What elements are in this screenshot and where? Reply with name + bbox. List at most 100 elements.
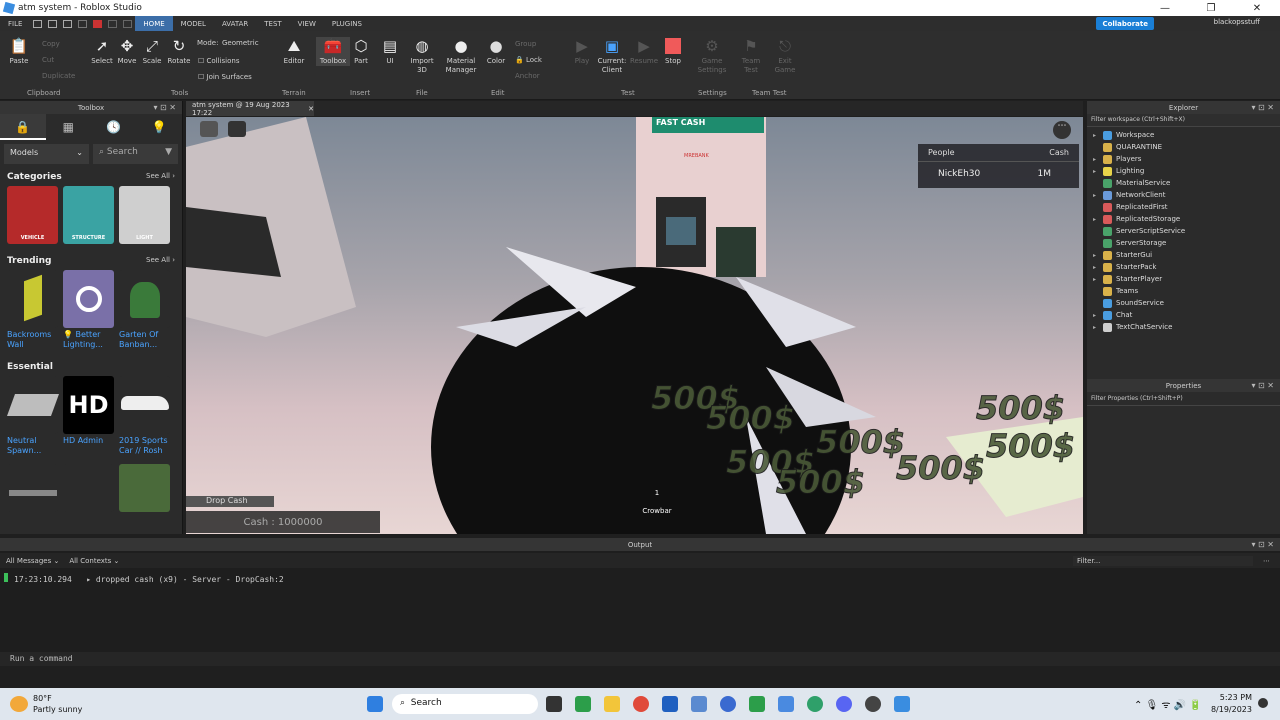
contexts-filter-dropdown[interactable]: All Contexts ⌄ (69, 557, 119, 565)
taskbar-search[interactable]: ⌕ Search (392, 694, 538, 714)
record-icon[interactable] (63, 19, 73, 28)
redo-icon[interactable] (123, 19, 133, 28)
drop-cash-button[interactable]: Drop Cash (186, 496, 274, 507)
chrome-icon[interactable] (633, 696, 649, 712)
menu-view[interactable]: VIEW (290, 16, 324, 31)
mode-dropdown[interactable]: Geometric (222, 39, 259, 47)
menu-test[interactable]: TEST (256, 16, 289, 31)
categories-see-all[interactable]: See All › (146, 172, 175, 182)
discord-icon[interactable] (836, 696, 852, 712)
essential-item[interactable] (7, 464, 58, 512)
explorer-item[interactable]: Teams (1087, 285, 1280, 297)
essential-item[interactable]: HD HD Admin (63, 376, 114, 456)
expand-arrow-icon[interactable]: ▸ (1093, 252, 1103, 259)
anchor-button[interactable]: Anchor (515, 72, 540, 80)
essential-item[interactable]: Neutral Spawn... (6, 376, 59, 456)
trending-item[interactable]: Backrooms Wall (7, 270, 58, 350)
weather-icon[interactable] (10, 696, 28, 712)
tab-creations[interactable]: 💡 (137, 114, 183, 140)
tab-recent[interactable]: 🕓 (91, 114, 137, 140)
group-button[interactable]: Group (515, 40, 536, 48)
money-drop[interactable]: 500$ (775, 463, 865, 502)
expand-arrow-icon[interactable]: ▸ (1093, 312, 1103, 319)
obs-icon[interactable] (865, 696, 881, 712)
expand-arrow-icon[interactable]: ▸ (1093, 324, 1103, 331)
expand-arrow-icon[interactable]: ▸ (1093, 132, 1103, 139)
essential-item[interactable] (119, 464, 170, 512)
panel-controls-icon[interactable]: ▾ ⊡ ✕ (1251, 540, 1274, 549)
cut-button[interactable]: Cut (42, 56, 54, 64)
minimize-button[interactable]: — (1142, 0, 1188, 16)
paste-button[interactable]: 📋 Paste (2, 37, 36, 66)
rotate-tool[interactable]: ↻ Rotate (162, 37, 196, 66)
money-drop[interactable]: 500$ (705, 399, 795, 438)
maximize-button[interactable]: ❐ (1188, 0, 1234, 16)
explorer-item[interactable]: SoundService (1087, 297, 1280, 309)
join-surfaces-checkbox[interactable]: ☐ Join Surfaces (198, 73, 252, 81)
weather-temp[interactable]: 80°F (33, 694, 52, 703)
menu-plugins[interactable]: PLUGINS (324, 16, 370, 31)
money-drop[interactable]: 500$ (895, 449, 985, 488)
stop-quick-icon[interactable] (93, 19, 103, 28)
undo-icon[interactable] (108, 19, 118, 28)
tab-grid[interactable]: ▦ (46, 114, 92, 140)
explorer-item[interactable]: MaterialService (1087, 177, 1280, 189)
more-options-icon[interactable]: ⋯ (1053, 121, 1071, 139)
app-icon[interactable] (720, 696, 736, 712)
command-bar-input[interactable]: Run a command (0, 652, 1280, 666)
material-manager-button[interactable]: ● Material Manager (444, 37, 478, 75)
trending-item[interactable]: 💡 Better Lighting... (63, 270, 114, 350)
copy-button[interactable]: Copy (42, 40, 60, 48)
document-tab[interactable]: atm system @ 19 Aug 2023 17:22 ✕ (186, 101, 314, 117)
file-explorer-icon[interactable] (604, 696, 620, 712)
current-client-button[interactable]: ▣ Current: Client (595, 37, 629, 75)
import-3d-button[interactable]: ◍ Import 3D (405, 37, 439, 75)
roblox-menu-icon[interactable] (200, 121, 218, 137)
notification-icon[interactable] (1258, 698, 1268, 708)
weather-desc[interactable]: Partly sunny (33, 705, 82, 714)
expand-arrow-icon[interactable]: ▸ (1093, 192, 1103, 199)
essential-item[interactable]: 2019 Sports Car // Rosh (119, 376, 170, 456)
money-drop[interactable]: 500$ (815, 423, 905, 462)
ui-button[interactable]: ▤ UI (373, 37, 407, 66)
explorer-filter-input[interactable]: Filter workspace (Ctrl+Shift+X) (1087, 114, 1280, 127)
expand-arrow-icon[interactable]: ▸ (1093, 168, 1103, 175)
category-dropdown[interactable]: Models ⌄ (4, 144, 89, 164)
xbox-icon[interactable] (749, 696, 765, 712)
color-button[interactable]: ● Color (479, 37, 513, 66)
messages-filter-dropdown[interactable]: All Messages ⌄ (6, 557, 59, 565)
explorer-item[interactable]: ServerStorage (1087, 237, 1280, 249)
start-icon[interactable] (367, 696, 383, 712)
explorer-item[interactable]: ReplicatedFirst (1087, 201, 1280, 213)
trending-item[interactable]: Garten Of Banban... (119, 270, 170, 350)
expand-arrow-icon[interactable]: ▸ (1093, 264, 1103, 271)
expand-arrow-icon[interactable]: ▸ (1093, 216, 1103, 223)
terrain-editor-button[interactable]: ⛰ Editor (277, 37, 311, 66)
panel-controls-icon[interactable]: ▾ ⊡ ✕ (1251, 103, 1274, 112)
widgets-icon[interactable] (575, 696, 591, 712)
category-vehicle[interactable]: VEHICLE (7, 186, 58, 244)
properties-filter-input[interactable]: Filter Properties (Ctrl+Shift+P) (1087, 392, 1280, 406)
photos-icon[interactable] (691, 696, 707, 712)
explorer-item[interactable]: ▸ Players (1087, 153, 1280, 165)
essential-item[interactable] (63, 464, 114, 512)
panel-controls-icon[interactable]: ▾ ⊡ ✕ (1251, 381, 1274, 390)
trending-see-all[interactable]: See All › (146, 256, 175, 266)
filter-icon[interactable]: ▼ (165, 147, 172, 157)
duplicate-button[interactable]: Duplicate (42, 72, 75, 80)
money-drop[interactable]: 500$ (975, 389, 1065, 428)
clock-time[interactable]: 5:23 PM (1214, 693, 1252, 702)
play-button[interactable]: ▶ Play (565, 37, 599, 66)
game-settings-button[interactable]: ⚙ Game Settings (695, 37, 729, 75)
chat-icon[interactable] (228, 121, 246, 137)
explorer-item[interactable]: ▸ Workspace (1087, 129, 1280, 141)
screenshot-icon[interactable] (48, 19, 58, 28)
tab-inventory[interactable]: 🔒 (0, 114, 46, 140)
panel-controls-icon[interactable]: ▾ ⊡ ✕ (153, 103, 176, 112)
explorer-item[interactable]: ServerScriptService (1087, 225, 1280, 237)
money-drop[interactable]: 500$ (985, 427, 1075, 466)
save-icon[interactable] (33, 19, 43, 28)
browser-icon[interactable] (807, 696, 823, 712)
task-view-icon[interactable] (546, 696, 562, 712)
explorer-item[interactable]: ▸ StarterPack (1087, 261, 1280, 273)
